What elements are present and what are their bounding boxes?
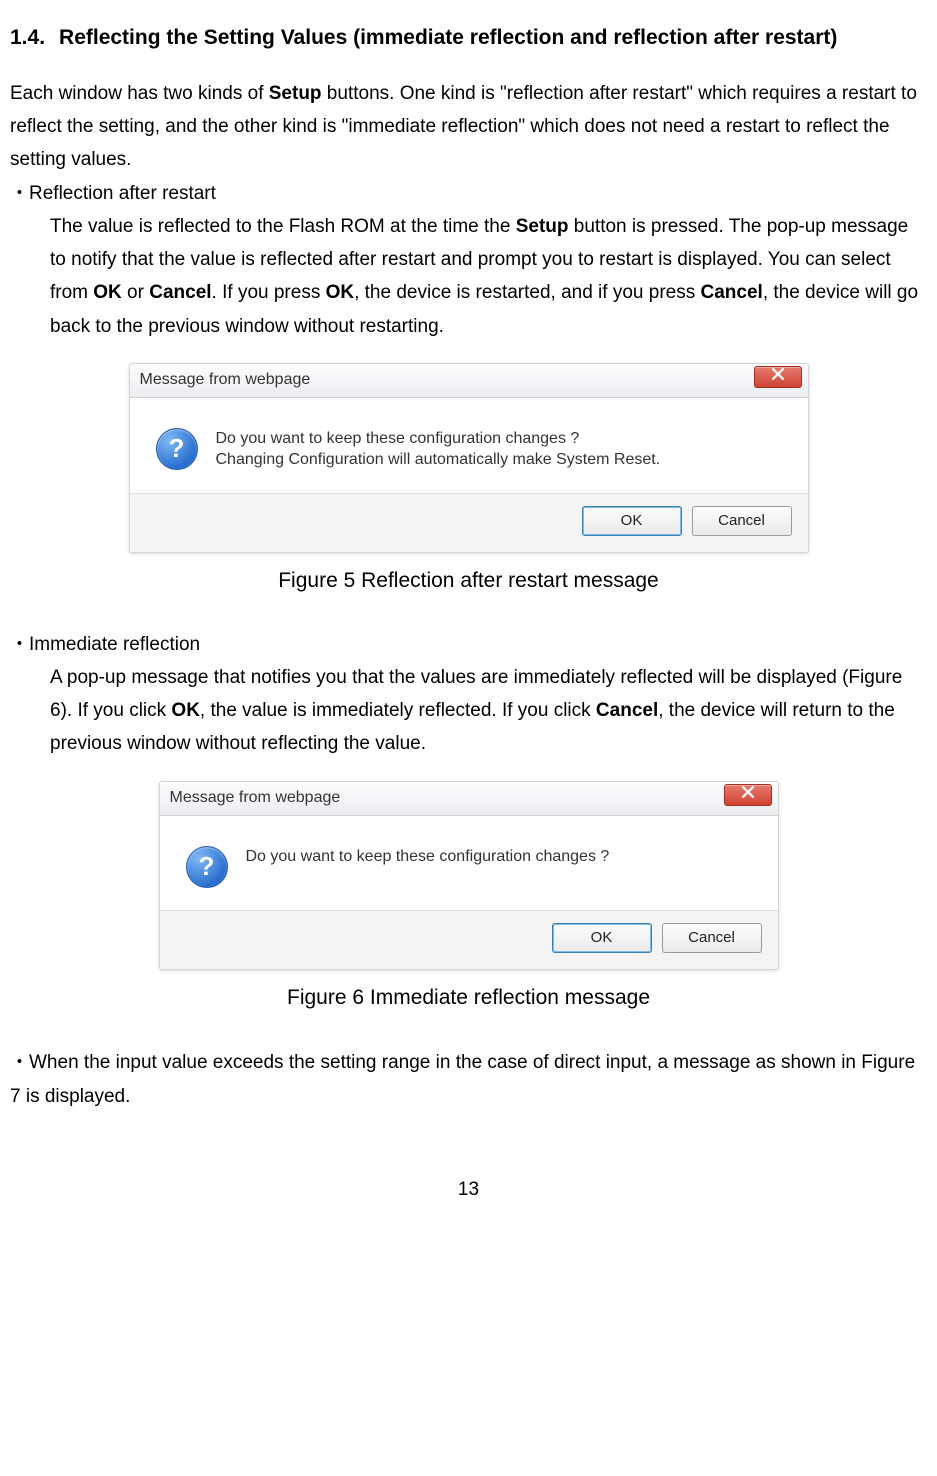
sec1-p7: . If you press — [212, 282, 326, 303]
cancel-button[interactable]: Cancel — [662, 923, 762, 953]
close-icon — [771, 366, 785, 388]
close-button[interactable] — [724, 784, 772, 806]
sec2-bullet: ・Immediate reflection — [10, 628, 927, 661]
sec1-bullet: ・Reflection after restart — [10, 177, 927, 210]
dialog-2-footer: OK Cancel — [160, 910, 778, 969]
dialog-1-line1: Do you want to keep these configuration … — [216, 428, 782, 450]
dialog-1-line2: Changing Configuration will automaticall… — [216, 449, 782, 471]
figure-6-caption: Figure 6 Immediate reflection message — [10, 980, 927, 1017]
qmark-glyph: ? — [186, 846, 228, 888]
dialog-1: Message from webpage ? Do you want to ke… — [129, 363, 809, 553]
dialog-2-body: ? Do you want to keep these configuratio… — [160, 816, 778, 910]
figure-6-wrap: Message from webpage ? Do you want to ke… — [10, 781, 927, 970]
heading-number: 1.4. — [10, 20, 45, 57]
sec1-body: The value is reflected to the Flash ROM … — [10, 210, 927, 343]
sec2-p4: Cancel — [596, 700, 658, 721]
intro-paragraph: Each window has two kinds of Setup butto… — [10, 77, 927, 177]
note-paragraph: ・When the input value exceeds the settin… — [10, 1046, 927, 1113]
sec1-p1: The value is reflected to the Flash ROM … — [50, 216, 516, 237]
dialog-2-titlebar: Message from webpage — [160, 782, 778, 816]
intro-text-1: Each window has two kinds of — [10, 83, 269, 104]
figure-5-wrap: Message from webpage ? Do you want to ke… — [10, 363, 927, 553]
qmark-glyph: ? — [156, 428, 198, 470]
sec1-p9: , the device is restarted, and if you pr… — [354, 282, 700, 303]
dialog-2-title: Message from webpage — [170, 787, 341, 809]
cancel-button[interactable]: Cancel — [692, 506, 792, 536]
ok-button[interactable]: OK — [552, 923, 652, 953]
dialog-1-body: ? Do you want to keep these configuratio… — [130, 398, 808, 493]
close-icon — [741, 784, 755, 806]
dialog-1-footer: OK Cancel — [130, 493, 808, 552]
heading-title: Reflecting the Setting Values (immediate… — [59, 20, 837, 57]
sec1-p4: OK — [93, 282, 122, 303]
sec1-p5: or — [122, 282, 149, 303]
figure-5-caption: Figure 5 Reflection after restart messag… — [10, 563, 927, 600]
dialog-1-text: Do you want to keep these configuration … — [216, 428, 782, 471]
dialog-1-title: Message from webpage — [140, 369, 311, 391]
sec1-p10: Cancel — [701, 282, 763, 303]
page-number: 13 — [10, 1173, 927, 1206]
section-heading: 1.4. Reflecting the Setting Values (imme… — [10, 20, 927, 57]
dialog-2: Message from webpage ? Do you want to ke… — [159, 781, 779, 970]
sec2-p3: , the value is immediately reflected. If… — [200, 700, 596, 721]
sec2-body: A pop-up message that notifies you that … — [10, 661, 927, 761]
question-icon: ? — [186, 846, 228, 888]
dialog-2-line1: Do you want to keep these configuration … — [246, 846, 752, 868]
sec2-p2: OK — [171, 700, 200, 721]
sec1-p8: OK — [326, 282, 355, 303]
dialog-1-titlebar: Message from webpage — [130, 364, 808, 398]
dialog-2-text: Do you want to keep these configuration … — [246, 846, 752, 868]
close-button[interactable] — [754, 366, 802, 388]
sec1-p6: Cancel — [149, 282, 211, 303]
intro-bold-setup: Setup — [269, 83, 322, 104]
sec1-p2: Setup — [516, 216, 569, 237]
ok-button[interactable]: OK — [582, 506, 682, 536]
question-icon: ? — [156, 428, 198, 470]
